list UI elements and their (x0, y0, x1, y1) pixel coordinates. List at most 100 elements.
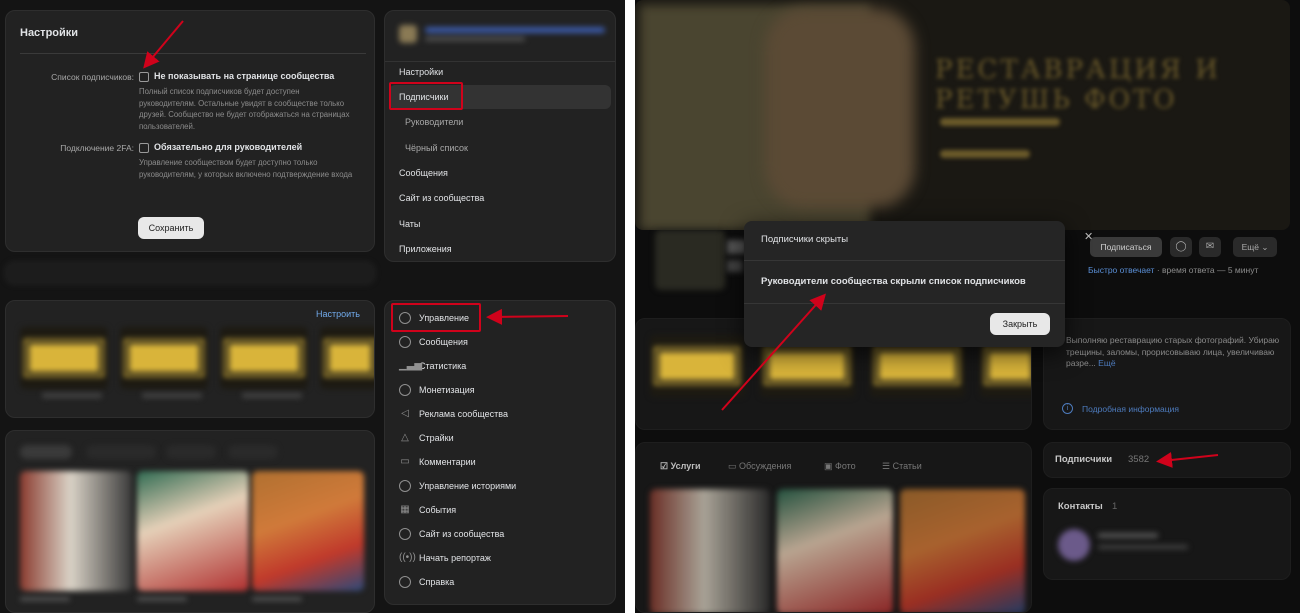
tab-articles[interactable] (228, 445, 278, 459)
more-button[interactable]: Ещё ⌄ (1233, 237, 1277, 257)
left-screenshot: Настройки Список подписчиков: Не показыв… (0, 0, 625, 613)
photo-thumbnail[interactable] (137, 471, 249, 591)
subscribers-hidden-dialog: Подписчики скрыты Руководители сообществ… (744, 221, 1065, 347)
close-dialog-button[interactable]: Закрыть (990, 313, 1050, 335)
nav-item-chats[interactable]: Чаты (389, 212, 611, 236)
goods-tile[interactable] (650, 335, 745, 397)
stories-icon (399, 480, 411, 492)
nav-label: Монетизация (419, 385, 475, 395)
nav-item-settings[interactable]: Настройки (389, 60, 611, 84)
subscribe-button[interactable]: Подписаться (1090, 237, 1162, 257)
tab-photos[interactable]: ▣ Фото (824, 461, 856, 472)
image-divider (625, 0, 635, 613)
tab-discussions[interactable] (86, 445, 156, 459)
community-subtitle (425, 37, 525, 41)
nav-item-site[interactable]: Сайт из сообщества (389, 186, 611, 210)
tab-label: Фото (835, 461, 856, 471)
tab-photos[interactable] (166, 445, 216, 459)
dialog-message: Руководители сообщества скрыли список по… (761, 276, 1026, 287)
divider (20, 53, 366, 54)
megaphone-icon: ◁ (401, 408, 409, 419)
tab-services[interactable] (20, 445, 72, 459)
goods-tile[interactable] (120, 327, 208, 389)
settings-side-nav: Настройки Подписчики Руководители Чёрный… (384, 10, 616, 262)
hide-subscribers-desc: Полный список подписчиков будет доступен… (139, 87, 350, 131)
nav-label: События (419, 505, 457, 515)
nav-item-site[interactable]: Сайт из сообщества (389, 523, 611, 545)
details-link[interactable]: Подробная информация (1082, 404, 1179, 414)
photo-thumbnail[interactable] (252, 471, 364, 591)
subscribers-panel[interactable]: Подписчики 3582 (1043, 442, 1291, 478)
nav-item-events[interactable]: ▦ События (389, 499, 611, 521)
twofa-checkbox[interactable] (139, 143, 149, 153)
coin-icon (399, 384, 411, 396)
community-name (425, 27, 605, 33)
nav-item-management[interactable]: Управление (389, 307, 611, 329)
goods-tile[interactable] (20, 327, 108, 389)
comment-icon: ▭ (400, 456, 410, 467)
settings-title: Настройки (20, 27, 79, 39)
nav-item-monetization[interactable]: Монетизация (389, 379, 611, 401)
tab-services[interactable]: ☑ Услуги (660, 461, 701, 472)
community-avatar (399, 25, 417, 43)
nav-label: Сообщения (419, 337, 468, 347)
about-more-link[interactable]: Ещё (1098, 358, 1115, 368)
response-time-value: · время ответа — 5 минут (1154, 265, 1259, 275)
nav-item-help[interactable]: Справка (389, 571, 611, 593)
nav-item-blacklist[interactable]: Чёрный список (389, 136, 611, 160)
twofa-checkbox-label[interactable]: Обязательно для руководителей (154, 142, 302, 152)
message-icon[interactable]: ◯ (1170, 237, 1192, 257)
tab-label: Статьи (892, 461, 922, 471)
cover-line (940, 150, 1030, 158)
contacts-label: Контакты (1058, 501, 1103, 512)
help-icon (399, 576, 411, 588)
goods-tile[interactable] (220, 327, 308, 389)
dialog-title: Подписчики скрыты (761, 234, 849, 245)
subscribers-list-label: Список подписчиков: (51, 72, 134, 82)
response-time: Быстро отвечает · время ответа — 5 минут (1088, 265, 1258, 275)
community-avatar (655, 230, 725, 290)
photo-thumbnail[interactable] (777, 489, 893, 612)
nav-item-strikes[interactable]: △ Страйки (389, 427, 611, 449)
photo-thumbnail[interactable] (650, 489, 770, 612)
hide-subscribers-label[interactable]: Не показывать на странице сообщества (154, 71, 334, 81)
photo-caption (252, 597, 302, 601)
contacts-panel: Контакты 1 (1043, 488, 1291, 580)
nav-item-managers[interactable]: Руководители (389, 110, 611, 134)
nav-item-comments[interactable]: ▭ Комментарии (389, 451, 611, 473)
close-icon[interactable]: ✕ (1084, 230, 1093, 243)
tab-discussions[interactable]: ▭ Обсуждения (728, 461, 791, 472)
nav-item-messages[interactable]: Сообщения (389, 161, 611, 185)
cover-title: РЕСТАВРАЦИЯ И РЕТУШЬ ФОТО (935, 55, 1221, 115)
globe-icon (399, 528, 411, 540)
nav-label: Начать репортаж (419, 553, 491, 563)
tab-articles[interactable]: ☰ Статьи (882, 461, 922, 472)
community-header[interactable] (399, 25, 609, 47)
nav-label: Справка (419, 577, 455, 587)
photo-thumbnail[interactable] (20, 471, 132, 591)
nav-item-subscribers[interactable]: Подписчики (389, 85, 611, 109)
nav-item-broadcast[interactable]: ((•)) Начать репортаж (389, 547, 611, 569)
save-button[interactable]: Сохранить (138, 217, 204, 239)
subscribers-label: Подписчики (1055, 454, 1113, 465)
info-icon: i (1062, 403, 1073, 414)
nav-item-statistics[interactable]: ▁▃▅ Статистика (389, 355, 611, 377)
goods-caption (142, 393, 202, 398)
right-screenshot: РЕСТАВРАЦИЯ И РЕТУШЬ ФОТО Подписаться ◯ … (635, 0, 1300, 613)
photo-caption (20, 597, 70, 601)
settings-panel: Настройки Список подписчиков: Не показыв… (5, 10, 375, 252)
contact-avatar[interactable] (1058, 529, 1090, 561)
chart-icon: ▁▃▅ (399, 360, 423, 371)
nav-item-messages[interactable]: Сообщения (389, 331, 611, 353)
about-text: Выполняю реставрацию старых фотографий. … (1066, 335, 1281, 370)
photo-thumbnail[interactable] (900, 489, 1025, 612)
mail-icon[interactable]: ✉ (1199, 237, 1221, 257)
nav-item-ads[interactable]: ◁ Реклама сообщества (389, 403, 611, 425)
hide-subscribers-checkbox[interactable] (139, 72, 149, 82)
customize-link[interactable]: Настроить (316, 309, 360, 319)
nav-item-stories[interactable]: Управление историями (389, 475, 611, 497)
goods-tile[interactable] (320, 327, 374, 389)
nav-item-apps[interactable]: Приложения (389, 237, 611, 261)
cover-portrait (765, 8, 915, 208)
fast-response: Быстро отвечает (1088, 265, 1155, 275)
